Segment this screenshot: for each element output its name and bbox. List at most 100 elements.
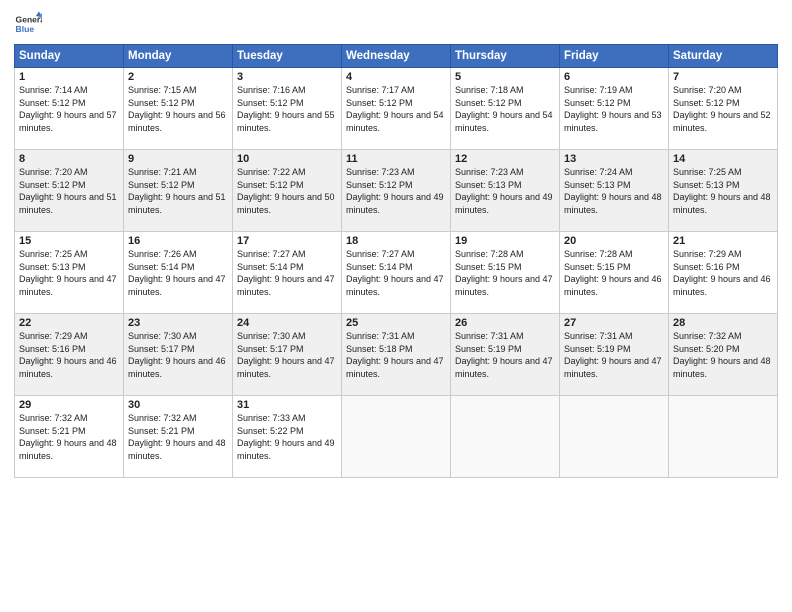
- day-info: Sunrise: 7:32 AM Sunset: 5:21 PM Dayligh…: [128, 412, 228, 462]
- calendar-day-cell: 29 Sunrise: 7:32 AM Sunset: 5:21 PM Dayl…: [15, 396, 124, 478]
- calendar-day-cell: 27 Sunrise: 7:31 AM Sunset: 5:19 PM Dayl…: [560, 314, 669, 396]
- sunset-label: Sunset: 5:12 PM: [346, 180, 413, 190]
- calendar-day-cell: 11 Sunrise: 7:23 AM Sunset: 5:12 PM Dayl…: [342, 150, 451, 232]
- weekday-header-thursday: Thursday: [451, 45, 560, 68]
- day-info: Sunrise: 7:27 AM Sunset: 5:14 PM Dayligh…: [346, 248, 446, 298]
- sunset-label: Sunset: 5:13 PM: [455, 180, 522, 190]
- day-info: Sunrise: 7:30 AM Sunset: 5:17 PM Dayligh…: [128, 330, 228, 380]
- sunrise-label: Sunrise: 7:33 AM: [237, 413, 306, 423]
- day-number: 13: [564, 153, 664, 165]
- calendar-day-cell: 26 Sunrise: 7:31 AM Sunset: 5:19 PM Dayl…: [451, 314, 560, 396]
- day-number: 12: [455, 153, 555, 165]
- day-number: 6: [564, 71, 664, 83]
- calendar-day-cell: 28 Sunrise: 7:32 AM Sunset: 5:20 PM Dayl…: [669, 314, 778, 396]
- day-number: 26: [455, 317, 555, 329]
- sunrise-label: Sunrise: 7:23 AM: [346, 167, 415, 177]
- sunset-label: Sunset: 5:19 PM: [564, 344, 631, 354]
- calendar-week-row: 1 Sunrise: 7:14 AM Sunset: 5:12 PM Dayli…: [15, 68, 778, 150]
- day-info: Sunrise: 7:28 AM Sunset: 5:15 PM Dayligh…: [564, 248, 664, 298]
- calendar-day-cell: 15 Sunrise: 7:25 AM Sunset: 5:13 PM Dayl…: [15, 232, 124, 314]
- empty-cell: [342, 396, 451, 478]
- calendar-day-cell: 8 Sunrise: 7:20 AM Sunset: 5:12 PM Dayli…: [15, 150, 124, 232]
- day-number: 18: [346, 235, 446, 247]
- sunset-label: Sunset: 5:12 PM: [346, 98, 413, 108]
- calendar-day-cell: 6 Sunrise: 7:19 AM Sunset: 5:12 PM Dayli…: [560, 68, 669, 150]
- daylight-label: Daylight: 9 hours and 48 minutes.: [673, 192, 771, 215]
- day-info: Sunrise: 7:33 AM Sunset: 5:22 PM Dayligh…: [237, 412, 337, 462]
- day-info: Sunrise: 7:27 AM Sunset: 5:14 PM Dayligh…: [237, 248, 337, 298]
- calendar-day-cell: 18 Sunrise: 7:27 AM Sunset: 5:14 PM Dayl…: [342, 232, 451, 314]
- day-info: Sunrise: 7:25 AM Sunset: 5:13 PM Dayligh…: [19, 248, 119, 298]
- daylight-label: Daylight: 9 hours and 46 minutes.: [564, 274, 662, 297]
- sunrise-label: Sunrise: 7:23 AM: [455, 167, 524, 177]
- sunset-label: Sunset: 5:16 PM: [673, 262, 740, 272]
- day-info: Sunrise: 7:32 AM Sunset: 5:21 PM Dayligh…: [19, 412, 119, 462]
- daylight-label: Daylight: 9 hours and 47 minutes.: [19, 274, 117, 297]
- day-number: 7: [673, 71, 773, 83]
- calendar-week-row: 22 Sunrise: 7:29 AM Sunset: 5:16 PM Dayl…: [15, 314, 778, 396]
- sunrise-label: Sunrise: 7:25 AM: [673, 167, 742, 177]
- daylight-label: Daylight: 9 hours and 47 minutes.: [455, 356, 553, 379]
- day-number: 14: [673, 153, 773, 165]
- calendar-day-cell: 24 Sunrise: 7:30 AM Sunset: 5:17 PM Dayl…: [233, 314, 342, 396]
- day-number: 31: [237, 399, 337, 411]
- sunset-label: Sunset: 5:12 PM: [19, 180, 86, 190]
- day-info: Sunrise: 7:17 AM Sunset: 5:12 PM Dayligh…: [346, 84, 446, 134]
- logo-icon: General Blue: [14, 10, 42, 38]
- calendar-day-cell: 17 Sunrise: 7:27 AM Sunset: 5:14 PM Dayl…: [233, 232, 342, 314]
- daylight-label: Daylight: 9 hours and 47 minutes.: [455, 274, 553, 297]
- day-number: 24: [237, 317, 337, 329]
- day-number: 1: [19, 71, 119, 83]
- calendar-day-cell: 7 Sunrise: 7:20 AM Sunset: 5:12 PM Dayli…: [669, 68, 778, 150]
- sunrise-label: Sunrise: 7:29 AM: [673, 249, 742, 259]
- day-number: 29: [19, 399, 119, 411]
- sunrise-label: Sunrise: 7:32 AM: [19, 413, 88, 423]
- sunrise-label: Sunrise: 7:14 AM: [19, 85, 88, 95]
- daylight-label: Daylight: 9 hours and 52 minutes.: [673, 110, 771, 133]
- weekday-header-friday: Friday: [560, 45, 669, 68]
- empty-cell: [451, 396, 560, 478]
- daylight-label: Daylight: 9 hours and 54 minutes.: [346, 110, 444, 133]
- daylight-label: Daylight: 9 hours and 50 minutes.: [237, 192, 335, 215]
- daylight-label: Daylight: 9 hours and 56 minutes.: [128, 110, 226, 133]
- day-info: Sunrise: 7:24 AM Sunset: 5:13 PM Dayligh…: [564, 166, 664, 216]
- sunrise-label: Sunrise: 7:19 AM: [564, 85, 633, 95]
- calendar-container: General Blue SundayMondayTuesdayWednesda…: [0, 0, 792, 612]
- day-number: 15: [19, 235, 119, 247]
- daylight-label: Daylight: 9 hours and 48 minutes.: [564, 192, 662, 215]
- day-number: 21: [673, 235, 773, 247]
- day-number: 8: [19, 153, 119, 165]
- calendar-day-cell: 16 Sunrise: 7:26 AM Sunset: 5:14 PM Dayl…: [124, 232, 233, 314]
- calendar-day-cell: 13 Sunrise: 7:24 AM Sunset: 5:13 PM Dayl…: [560, 150, 669, 232]
- daylight-label: Daylight: 9 hours and 51 minutes.: [19, 192, 117, 215]
- day-info: Sunrise: 7:25 AM Sunset: 5:13 PM Dayligh…: [673, 166, 773, 216]
- day-number: 11: [346, 153, 446, 165]
- sunset-label: Sunset: 5:13 PM: [564, 180, 631, 190]
- daylight-label: Daylight: 9 hours and 47 minutes.: [128, 274, 226, 297]
- sunset-label: Sunset: 5:14 PM: [237, 262, 304, 272]
- sunrise-label: Sunrise: 7:30 AM: [237, 331, 306, 341]
- daylight-label: Daylight: 9 hours and 47 minutes.: [346, 274, 444, 297]
- sunset-label: Sunset: 5:12 PM: [237, 98, 304, 108]
- day-number: 17: [237, 235, 337, 247]
- day-info: Sunrise: 7:14 AM Sunset: 5:12 PM Dayligh…: [19, 84, 119, 134]
- sunrise-label: Sunrise: 7:16 AM: [237, 85, 306, 95]
- sunset-label: Sunset: 5:13 PM: [19, 262, 86, 272]
- sunrise-label: Sunrise: 7:15 AM: [128, 85, 197, 95]
- sunset-label: Sunset: 5:17 PM: [237, 344, 304, 354]
- daylight-label: Daylight: 9 hours and 48 minutes.: [128, 438, 226, 461]
- sunset-label: Sunset: 5:22 PM: [237, 426, 304, 436]
- calendar-day-cell: 23 Sunrise: 7:30 AM Sunset: 5:17 PM Dayl…: [124, 314, 233, 396]
- daylight-label: Daylight: 9 hours and 53 minutes.: [564, 110, 662, 133]
- day-info: Sunrise: 7:23 AM Sunset: 5:12 PM Dayligh…: [346, 166, 446, 216]
- sunset-label: Sunset: 5:17 PM: [128, 344, 195, 354]
- calendar-day-cell: 5 Sunrise: 7:18 AM Sunset: 5:12 PM Dayli…: [451, 68, 560, 150]
- sunrise-label: Sunrise: 7:27 AM: [346, 249, 415, 259]
- day-info: Sunrise: 7:29 AM Sunset: 5:16 PM Dayligh…: [19, 330, 119, 380]
- daylight-label: Daylight: 9 hours and 51 minutes.: [128, 192, 226, 215]
- day-info: Sunrise: 7:30 AM Sunset: 5:17 PM Dayligh…: [237, 330, 337, 380]
- sunrise-label: Sunrise: 7:32 AM: [128, 413, 197, 423]
- day-info: Sunrise: 7:15 AM Sunset: 5:12 PM Dayligh…: [128, 84, 228, 134]
- daylight-label: Daylight: 9 hours and 57 minutes.: [19, 110, 117, 133]
- svg-text:Blue: Blue: [16, 24, 35, 34]
